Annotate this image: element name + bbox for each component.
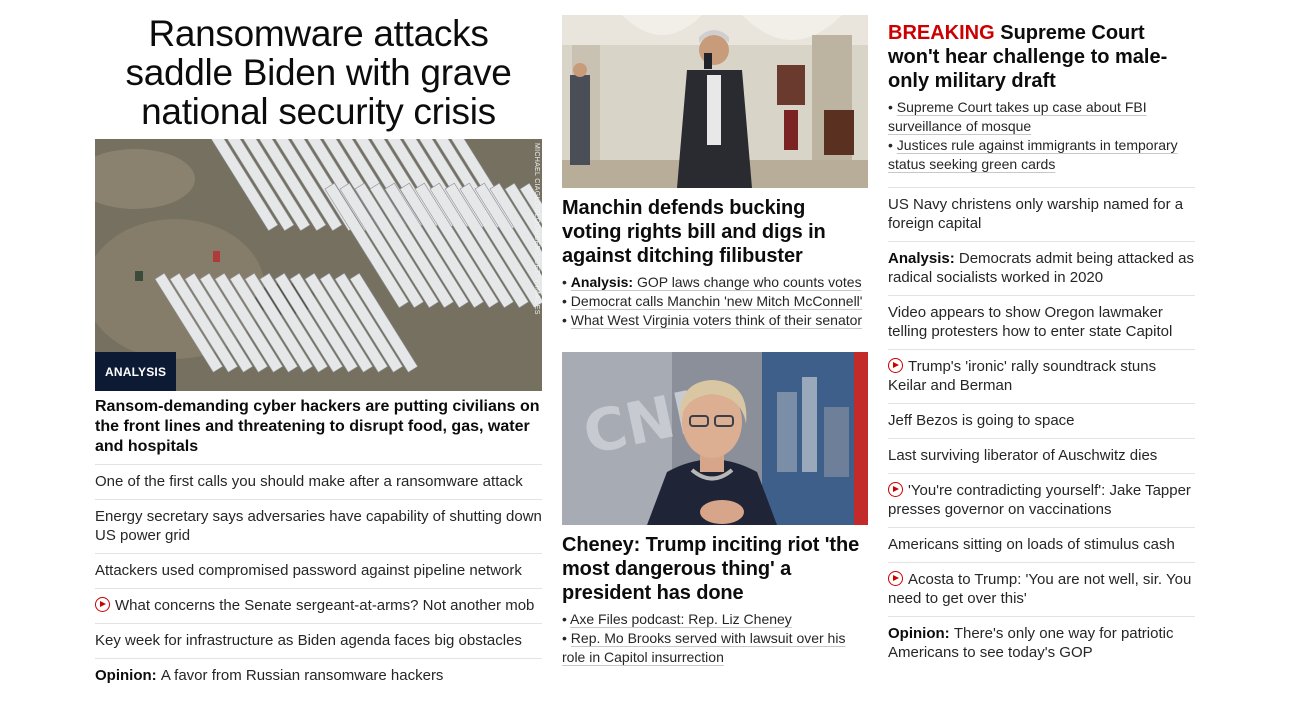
cheney-story-title[interactable]: Cheney: Trump inciting riot 'the most da… [562, 533, 868, 605]
manchin-story-title[interactable]: Manchin defends bucking voting rights bi… [562, 196, 868, 268]
play-icon [95, 597, 110, 612]
list-item[interactable]: Acosta to Trump: 'You are not well, sir.… [888, 562, 1195, 616]
item-text: Democrat calls Manchin 'new Mitch McConn… [570, 293, 863, 309]
list-item[interactable]: Energy secretary says adversaries have c… [95, 499, 542, 553]
list-item[interactable]: One of the first calls you should make a… [95, 464, 542, 499]
list-item[interactable]: Analysis: Democrats admit being attacked… [888, 241, 1195, 295]
list-item[interactable]: Opinion: A favor from Russian ransomware… [95, 658, 542, 693]
item-text: Energy secretary says adversaries have c… [95, 508, 542, 544]
breaking-related-list: • Supreme Court takes up case about FBI … [888, 98, 1195, 174]
list-item[interactable]: Trump's 'ironic' rally soundtrack stuns … [888, 349, 1195, 403]
item-text: Axe Files podcast: Rep. Liz Cheney [570, 611, 792, 627]
related-link[interactable]: • Justices rule against immigrants in te… [888, 136, 1195, 174]
manchin-related-list: • Analysis: GOP laws change who counts v… [562, 273, 868, 330]
related-link-text[interactable]: Democrat calls Manchin 'new Mitch McConn… [571, 293, 863, 309]
item-text: Americans sitting on loads of stimulus c… [888, 536, 1175, 553]
related-link[interactable]: • What West Virginia voters think of the… [562, 311, 868, 330]
item-prefix: Opinion: [888, 625, 954, 642]
breaking-label: BREAKING [888, 22, 995, 44]
item-text: Video appears to show Oregon lawmaker te… [888, 304, 1173, 340]
related-link-text[interactable]: Justices rule against immigrants in temp… [888, 137, 1178, 172]
item-text: Rep. Mo Brooks served with lawsuit over … [562, 630, 846, 665]
lead-related-list: One of the first calls you should make a… [95, 464, 542, 693]
related-link[interactable]: • Analysis: GOP laws change who counts v… [562, 273, 868, 292]
item-text: A favor from Russian ransomware hackers [160, 667, 444, 684]
item-text: What West Virginia voters think of their… [570, 312, 863, 328]
manchin-image[interactable] [562, 15, 868, 188]
item-text: US Navy christens only warship named for… [888, 196, 1184, 232]
item-prefix: Analysis: [570, 274, 637, 290]
headline-list: US Navy christens only warship named for… [888, 187, 1195, 670]
cheney-related-list: • Axe Files podcast: Rep. Liz Cheney • Re… [562, 610, 868, 667]
related-link[interactable]: • Rep. Mo Brooks served with lawsuit ove… [562, 629, 868, 667]
item-prefix: Opinion: [95, 667, 161, 684]
headlines-column: BREAKING Supreme Court won't hear challe… [888, 0, 1195, 670]
breaking-story[interactable]: BREAKING Supreme Court won't hear challe… [888, 21, 1195, 93]
item-text: Supreme Court takes up case about FBI su… [888, 99, 1147, 134]
related-link-text[interactable]: Axe Files podcast: Rep. Liz Cheney [570, 611, 792, 627]
related-link[interactable]: • Axe Files podcast: Rep. Liz Cheney [562, 610, 868, 629]
list-item[interactable]: 'You're contradicting yourself': Jake Ta… [888, 473, 1195, 527]
list-item[interactable]: Key week for infrastructure as Biden age… [95, 623, 542, 658]
play-icon [888, 571, 903, 586]
item-text: GOP laws change who counts votes [636, 274, 862, 290]
related-link[interactable]: • Supreme Court takes up case about FBI … [888, 98, 1195, 136]
related-link-text[interactable]: Rep. Mo Brooks served with lawsuit over … [562, 630, 845, 665]
item-prefix: Analysis: [888, 250, 959, 267]
related-link-text[interactable]: Analysis: GOP laws change who counts vot… [571, 274, 862, 290]
related-link-text[interactable]: What West Virginia voters think of their… [571, 312, 862, 328]
item-text: Last surviving liberator of Auschwitz di… [888, 447, 1158, 464]
capitol-hallway-photo [562, 15, 868, 188]
list-item[interactable]: Attackers used compromised password agai… [95, 553, 542, 588]
lead-headline[interactable]: Ransomware attacks saddle Biden with gra… [95, 14, 542, 131]
analysis-badge: ANALYSIS [95, 352, 177, 391]
list-item[interactable]: Americans sitting on loads of stimulus c… [888, 527, 1195, 562]
play-icon [888, 482, 903, 497]
related-link-text[interactable]: Supreme Court takes up case about FBI su… [888, 99, 1147, 134]
item-text: Attackers used compromised password agai… [95, 562, 522, 579]
item-text: Jeff Bezos is going to space [888, 412, 1075, 429]
lead-column: Ransomware attacks saddle Biden with gra… [95, 0, 542, 693]
cheney-interview-photo: CNN [562, 352, 868, 525]
item-text: One of the first calls you should make a… [95, 473, 523, 490]
list-item[interactable]: Video appears to show Oregon lawmaker te… [888, 295, 1195, 349]
center-column: Manchin defends bucking voting rights bi… [562, 0, 868, 667]
lead-story-title[interactable]: Ransom-demanding cyber hackers are putti… [95, 397, 542, 464]
item-text: 'You're contradicting yourself': Jake Ta… [888, 482, 1191, 518]
list-item[interactable]: US Navy christens only warship named for… [888, 187, 1195, 241]
list-item[interactable]: Last surviving liberator of Auschwitz di… [888, 438, 1195, 473]
list-item[interactable]: Opinion: There's only one way for patrio… [888, 616, 1195, 670]
play-icon [888, 358, 903, 373]
item-text: Acosta to Trump: 'You are not well, sir.… [888, 571, 1192, 607]
item-text: Trump's 'ironic' rally soundtrack stuns … [888, 358, 1157, 394]
item-text: What concerns the Senate sergeant-at-arm… [115, 597, 535, 614]
item-text: Key week for infrastructure as Biden age… [95, 632, 522, 649]
list-item[interactable]: Jeff Bezos is going to space [888, 403, 1195, 438]
item-text: Justices rule against immigrants in temp… [888, 137, 1178, 172]
list-item[interactable]: What concerns the Senate sergeant-at-arm… [95, 588, 542, 623]
lead-image[interactable]: MICHAEL CIAGLO/BLOOMBERG/GETTY IMAGES AN… [95, 139, 542, 391]
related-link[interactable]: • Democrat calls Manchin 'new Mitch McCo… [562, 292, 868, 311]
image-credit: MICHAEL CIAGLO/BLOOMBERG/GETTY IMAGES [533, 143, 540, 315]
cheney-image[interactable]: CNN [562, 352, 868, 525]
